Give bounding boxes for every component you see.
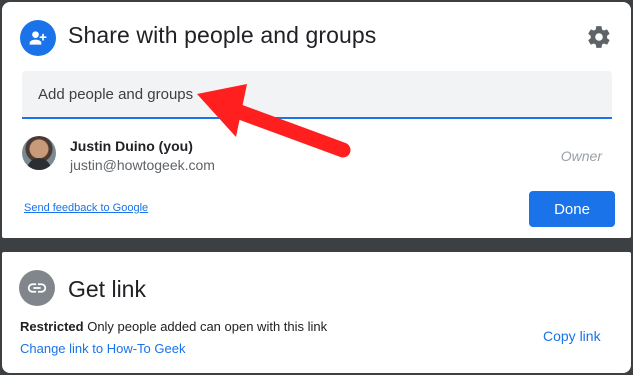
person-name: Justin Duino (you) xyxy=(70,138,193,154)
restriction-description: Only people added can open with this lin… xyxy=(87,319,328,334)
copy-link-button[interactable]: Copy link xyxy=(543,328,601,344)
add-people-input[interactable] xyxy=(22,71,612,119)
restriction-line: Restricted Only people added can open wi… xyxy=(20,319,327,334)
person-row: Justin Duino (you) justin@howtogeek.com … xyxy=(22,132,612,178)
share-dialog: Share with people and groups Justin Duin… xyxy=(2,2,631,238)
gear-icon[interactable] xyxy=(586,24,612,50)
done-button[interactable]: Done xyxy=(529,191,615,227)
get-link-title: Get link xyxy=(68,276,146,302)
restriction-label: Restricted xyxy=(20,319,84,334)
link-icon xyxy=(19,270,55,306)
person-email: justin@howtogeek.com xyxy=(70,157,215,173)
share-dialog-title: Share with people and groups xyxy=(68,22,377,48)
screenshot-frame: Share with people and groups Justin Duin… xyxy=(0,0,633,375)
avatar xyxy=(22,136,56,170)
person-role: Owner xyxy=(560,148,602,164)
change-link-button[interactable]: Change link to How-To Geek xyxy=(20,341,185,356)
share-dialog-header: Share with people and groups xyxy=(2,2,631,72)
get-link-panel: Get link Restricted Only people added ca… xyxy=(2,252,631,373)
add-person-icon xyxy=(20,20,56,56)
send-feedback-link[interactable]: Send feedback to Google xyxy=(24,202,148,214)
